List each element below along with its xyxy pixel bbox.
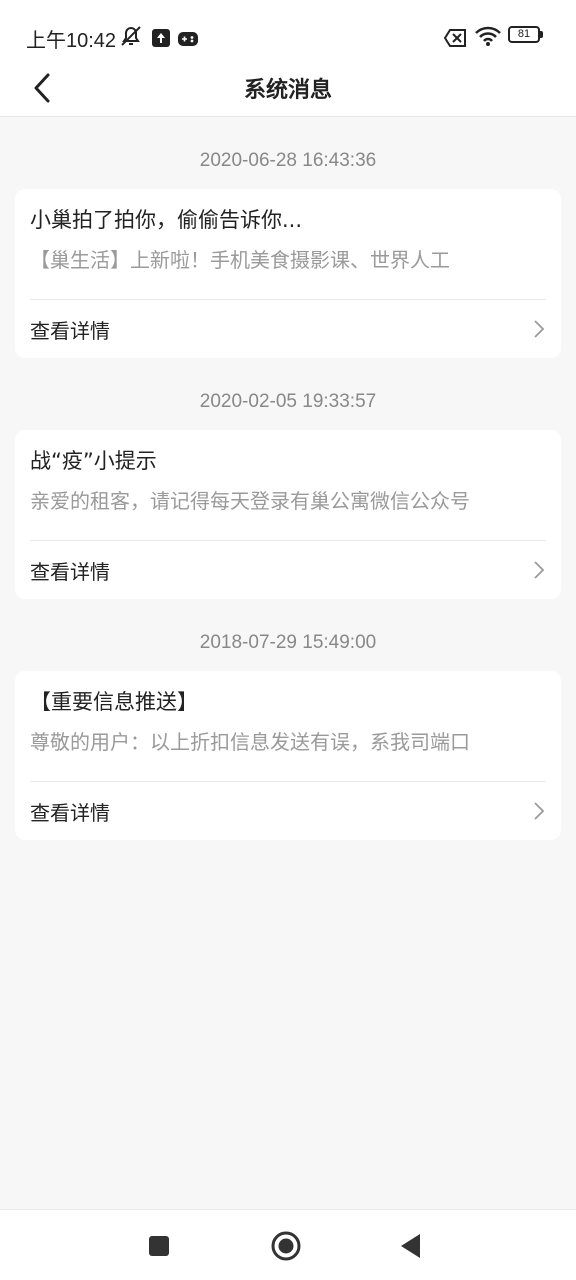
message-title: 战“疫”小提示 (30, 449, 157, 473)
view-details-button[interactable]: 查看详情 (30, 541, 546, 599)
message-timestamp: 2020-02-05 19:33:57 (199, 391, 377, 412)
battery-level: 81 (517, 28, 531, 40)
message-preview: 尊敬的用户：以上折扣信息发送有误，系我司端口 (30, 730, 470, 754)
mute-bell-icon (121, 26, 141, 46)
gamepad-icon (178, 32, 198, 46)
message-timestamp: 2018-07-29 15:49:00 (199, 632, 377, 653)
battery-icon: 81 (508, 26, 540, 43)
view-details-label: 查看详情 (30, 559, 110, 584)
status-bar: 上午10:42 81 (0, 0, 576, 62)
header: 系统消息 (0, 62, 576, 117)
message-card[interactable]: 小巢拍了拍你，偷偷告诉你... 【巢生活】上新啦！手机美食摄影课、世界人工 查看… (15, 189, 561, 358)
message-list: 2020-06-28 16:43:36 小巢拍了拍你，偷偷告诉你... 【巢生活… (0, 117, 576, 840)
message-group: 2020-06-28 16:43:36 小巢拍了拍你，偷偷告诉你... 【巢生活… (0, 117, 576, 358)
message-preview: 【巢生活】上新啦！手机美食摄影课、世界人工 (30, 248, 450, 272)
message-group: 2018-07-29 15:49:00 【重要信息推送】 尊敬的用户：以上折扣信… (0, 599, 576, 840)
message-title: 小巢拍了拍你，偷偷告诉你... (30, 208, 303, 232)
wifi-icon (475, 26, 501, 46)
message-title: 【重要信息推送】 (30, 690, 198, 714)
view-details-button[interactable]: 查看详情 (30, 300, 546, 358)
view-details-button[interactable]: 查看详情 (30, 782, 546, 840)
status-time: 上午10:42 (26, 30, 117, 52)
upload-icon (152, 29, 170, 47)
view-details-label: 查看详情 (30, 800, 110, 825)
no-sim-icon (444, 29, 466, 47)
recents-square-icon[interactable] (141, 1228, 177, 1264)
message-preview: 亲爱的租客，请记得每天登录有巢公寓微信公众号 (30, 489, 470, 513)
navigation-bar (0, 1209, 576, 1280)
chevron-right-icon (534, 320, 545, 338)
back-triangle-icon[interactable] (393, 1228, 429, 1264)
chevron-right-icon (534, 802, 545, 820)
message-timestamp: 2020-06-28 16:43:36 (199, 150, 377, 171)
message-group: 2020-02-05 19:33:57 战“疫”小提示 亲爱的租客，请记得每天登… (0, 358, 576, 599)
chevron-right-icon (534, 561, 545, 579)
battery-tip (540, 31, 543, 38)
view-details-label: 查看详情 (30, 318, 110, 343)
home-circle-icon[interactable] (268, 1228, 304, 1264)
message-card[interactable]: 【重要信息推送】 尊敬的用户：以上折扣信息发送有误，系我司端口 查看详情 (15, 671, 561, 840)
message-card[interactable]: 战“疫”小提示 亲爱的租客，请记得每天登录有巢公寓微信公众号 查看详情 (15, 430, 561, 599)
page-title: 系统消息 (243, 78, 332, 103)
